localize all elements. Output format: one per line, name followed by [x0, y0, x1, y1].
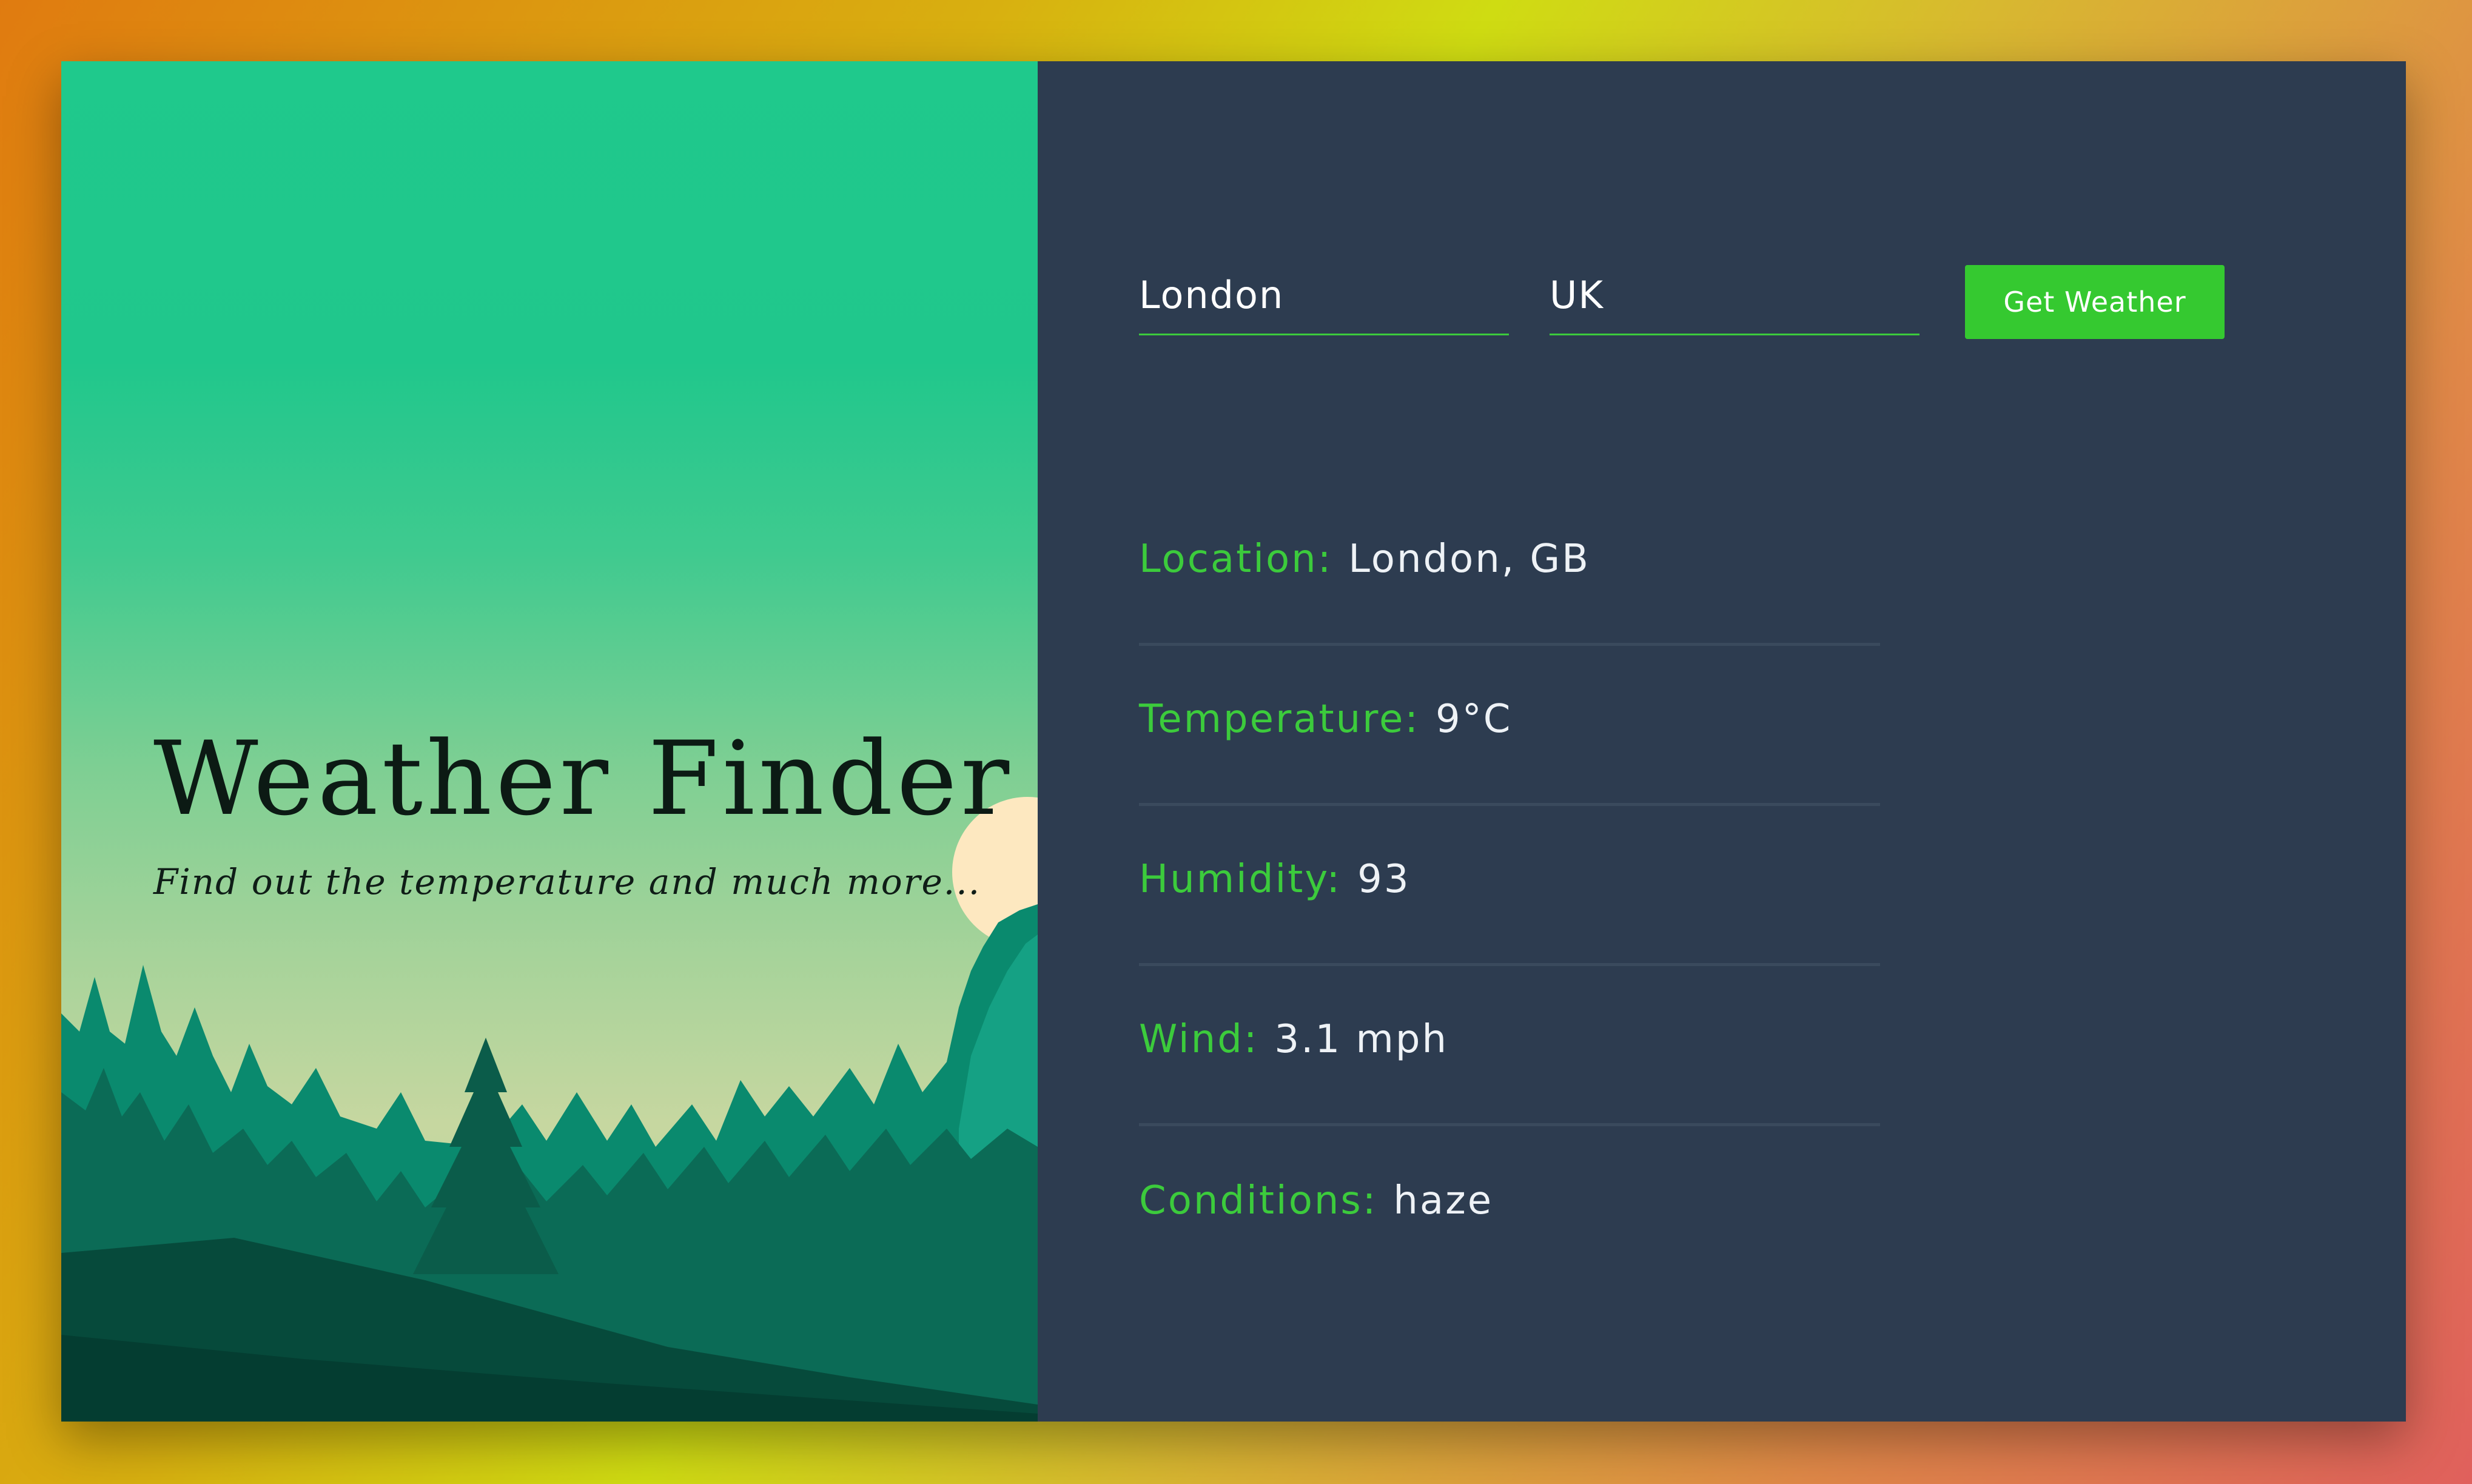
conditions-value: haze — [1393, 1178, 1494, 1223]
temperature-row: Temperature: 9°C — [1139, 646, 1880, 806]
weather-form: Get Weather — [1139, 261, 2225, 339]
humidity-row: Humidity: 93 — [1139, 806, 1880, 966]
wind-row: Wind: 3.1 mph — [1139, 966, 1880, 1126]
conditions-label: Conditions: — [1139, 1178, 1378, 1223]
temperature-value: 9°C — [1435, 696, 1513, 742]
wind-label: Wind: — [1139, 1016, 1259, 1062]
conditions-row: Conditions: haze — [1139, 1126, 1880, 1286]
app-subtitle: Find out the temperature and much more..… — [153, 861, 981, 902]
weather-app-card: Weather Finder Find out the temperature … — [61, 61, 2406, 1422]
country-input[interactable] — [1550, 265, 1919, 335]
humidity-value: 93 — [1357, 856, 1411, 902]
city-input[interactable] — [1139, 265, 1509, 335]
location-label: Location: — [1139, 536, 1333, 582]
location-value: London, GB — [1348, 536, 1591, 582]
humidity-label: Humidity: — [1139, 856, 1342, 902]
weather-results: Location: London, GB Temperature: 9°C Hu… — [1139, 486, 1880, 1286]
wind-value: 3.1 mph — [1274, 1016, 1449, 1062]
location-row: Location: London, GB — [1139, 486, 1880, 646]
app-title: Weather Finder — [153, 719, 1013, 838]
temperature-label: Temperature: — [1139, 696, 1420, 742]
get-weather-button[interactable]: Get Weather — [1965, 265, 2225, 339]
hero-panel: Weather Finder Find out the temperature … — [61, 61, 1038, 1422]
weather-panel: Get Weather Location: London, GB Tempera… — [1038, 61, 2406, 1422]
hero-text: Weather Finder Find out the temperature … — [153, 719, 1013, 902]
